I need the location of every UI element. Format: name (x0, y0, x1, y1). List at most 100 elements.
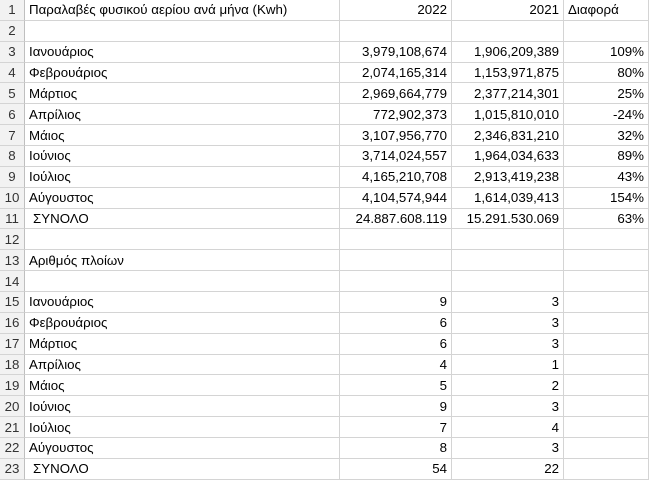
row-header: 8 (0, 146, 25, 167)
cell-col-a[interactable]: Αύγουστος (25, 438, 340, 459)
cell-col-d[interactable]: 154% (564, 187, 649, 209)
cell-col-a[interactable]: Ιούνιος (25, 146, 340, 167)
cell-col-a[interactable]: ΣΥΝΟΛΟ (25, 458, 340, 480)
cell-col-b[interactable]: 3,979,108,674 (340, 41, 452, 63)
cell-col-c[interactable] (452, 271, 564, 293)
cell-col-d[interactable] (564, 354, 649, 376)
cell-col-c[interactable]: 3 (452, 438, 564, 459)
cell-col-d[interactable]: 89% (564, 146, 649, 167)
cell-col-c[interactable]: 1,906,209,389 (452, 41, 564, 63)
cell-col-d[interactable]: 43% (564, 166, 649, 188)
cell-col-a[interactable]: Ιανουάριος (25, 292, 340, 313)
cell-col-a[interactable]: Φεβρουάριος (25, 312, 340, 334)
cell-col-c[interactable] (452, 229, 564, 251)
cell-col-d[interactable] (564, 417, 649, 439)
cell-col-c[interactable]: 1,614,039,413 (452, 187, 564, 209)
cell-col-d[interactable] (564, 229, 649, 251)
cell-col-c[interactable]: 3 (452, 396, 564, 418)
cell-col-d[interactable] (564, 438, 649, 459)
cell-col-c[interactable]: 3 (452, 333, 564, 355)
row-header: 9 (0, 166, 25, 188)
cell-col-a[interactable]: Παραλαβές φυσικού αερίου ανά μήνα (Kwh) (25, 0, 340, 21)
cell-col-b[interactable]: 3,714,024,557 (340, 146, 452, 167)
cell-col-d[interactable] (564, 250, 649, 272)
cell-col-c[interactable] (452, 20, 564, 42)
cell-col-b[interactable]: 4,165,210,708 (340, 166, 452, 188)
cell-col-c[interactable]: 2,346,831,210 (452, 125, 564, 147)
cell-col-c[interactable]: 2,913,419,238 (452, 166, 564, 188)
cell-col-d[interactable] (564, 333, 649, 355)
cell-col-a[interactable]: Μάιος (25, 125, 340, 147)
cell-col-d[interactable] (564, 312, 649, 334)
cell-col-c[interactable]: 4 (452, 417, 564, 439)
cell-col-c[interactable]: 1 (452, 354, 564, 376)
cell-col-c[interactable]: 1,964,034,633 (452, 146, 564, 167)
cell-col-d[interactable]: Διαφορά (564, 0, 649, 21)
cell-col-d[interactable]: 32% (564, 125, 649, 147)
cell-col-a[interactable] (25, 271, 340, 293)
cell-col-a[interactable]: Μάρτιος (25, 333, 340, 355)
cell-col-b[interactable]: 5 (340, 375, 452, 397)
cell-col-a[interactable]: Αριθμός πλοίων (25, 250, 340, 272)
cell-col-b[interactable]: 9 (340, 292, 452, 313)
cell-col-b[interactable]: 54 (340, 458, 452, 480)
cell-col-b[interactable] (340, 250, 452, 272)
cell-col-b[interactable]: 2,969,664,779 (340, 83, 452, 105)
cell-col-b[interactable]: 9 (340, 396, 452, 418)
cell-col-a[interactable]: Ιούνιος (25, 396, 340, 418)
cell-col-c[interactable]: 3 (452, 312, 564, 334)
cell-col-a[interactable]: Απρίλιος (25, 104, 340, 126)
cell-col-c[interactable]: 15.291.530.069 (452, 208, 564, 230)
cell-col-a[interactable]: Φεβρουάριος (25, 62, 340, 84)
cell-col-c[interactable]: 1,015,810,010 (452, 104, 564, 126)
cell-col-c[interactable]: 2021 (452, 0, 564, 21)
cell-col-a[interactable]: Ιούλιος (25, 166, 340, 188)
cell-col-b[interactable]: 6 (340, 333, 452, 355)
cell-col-b[interactable]: 4 (340, 354, 452, 376)
cell-col-b[interactable]: 8 (340, 438, 452, 459)
cell-col-b[interactable] (340, 20, 452, 42)
cell-col-a[interactable]: Αύγουστος (25, 187, 340, 209)
cell-col-a[interactable]: Ιανουάριος (25, 41, 340, 63)
cell-col-b[interactable] (340, 271, 452, 293)
row-header: 19 (0, 375, 25, 397)
cell-col-a[interactable]: Απρίλιος (25, 354, 340, 376)
cell-col-d[interactable]: 80% (564, 62, 649, 84)
cell-col-d[interactable]: 109% (564, 41, 649, 63)
cell-col-d[interactable] (564, 396, 649, 418)
cell-col-c[interactable]: 1,153,971,875 (452, 62, 564, 84)
cell-col-a[interactable]: ΣΥΝΟΛΟ (25, 208, 340, 230)
row-header: 5 (0, 83, 25, 105)
cell-col-a[interactable] (25, 229, 340, 251)
row-header: 16 (0, 312, 25, 334)
cell-col-a[interactable] (25, 20, 340, 42)
cell-col-d[interactable] (564, 292, 649, 313)
row-header: 17 (0, 333, 25, 355)
cell-col-b[interactable]: 6 (340, 312, 452, 334)
cell-col-c[interactable]: 3 (452, 292, 564, 313)
cell-col-b[interactable]: 772,902,373 (340, 104, 452, 126)
cell-col-a[interactable]: Μάρτιος (25, 83, 340, 105)
cell-col-d[interactable] (564, 458, 649, 480)
cell-col-a[interactable]: Ιούλιος (25, 417, 340, 439)
cell-col-b[interactable]: 24.887.608.119 (340, 208, 452, 230)
cell-col-b[interactable]: 2,074,165,314 (340, 62, 452, 84)
cell-col-b[interactable]: 4,104,574,944 (340, 187, 452, 209)
cell-col-d[interactable] (564, 20, 649, 42)
cell-col-b[interactable]: 7 (340, 417, 452, 439)
row-header: 4 (0, 62, 25, 84)
cell-col-c[interactable]: 2,377,214,301 (452, 83, 564, 105)
row-header: 10 (0, 187, 25, 209)
cell-col-a[interactable]: Μάιος (25, 375, 340, 397)
cell-col-d[interactable] (564, 375, 649, 397)
cell-col-b[interactable]: 3,107,956,770 (340, 125, 452, 147)
cell-col-d[interactable]: 63% (564, 208, 649, 230)
cell-col-d[interactable]: -24% (564, 104, 649, 126)
cell-col-b[interactable] (340, 229, 452, 251)
cell-col-c[interactable]: 2 (452, 375, 564, 397)
cell-col-d[interactable]: 25% (564, 83, 649, 105)
cell-col-c[interactable] (452, 250, 564, 272)
cell-col-c[interactable]: 22 (452, 458, 564, 480)
cell-col-d[interactable] (564, 271, 649, 293)
cell-col-b[interactable]: 2022 (340, 0, 452, 21)
